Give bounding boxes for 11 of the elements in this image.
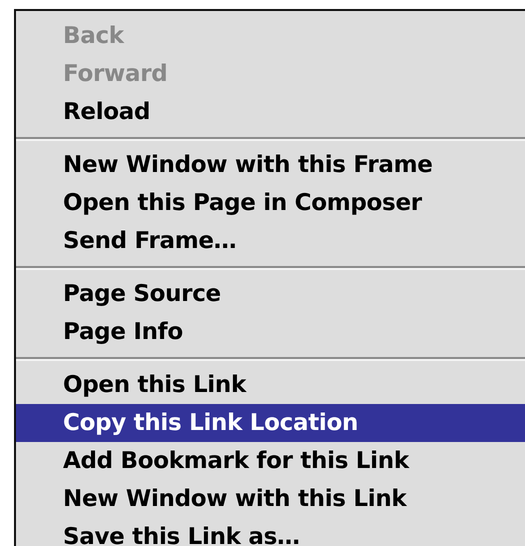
menu-item[interactable]: Send Frame… (16, 222, 525, 260)
menu-item[interactable]: Copy this Link Location (16, 404, 525, 442)
menu-item[interactable]: Reload (16, 93, 525, 131)
menu-item[interactable]: Add Bookmark for this Link (16, 442, 525, 480)
menu-item[interactable]: Open this Link (16, 366, 525, 404)
menu-item[interactable]: New Window with this Link (16, 480, 525, 518)
menu-item[interactable]: Page Source (16, 275, 525, 313)
menu-item[interactable]: Save this Link as… (16, 518, 525, 546)
menu-item[interactable]: Open this Page in Composer (16, 184, 525, 222)
menu-item[interactable]: Page Info (16, 313, 525, 351)
menu-item[interactable]: New Window with this Frame (16, 146, 525, 184)
